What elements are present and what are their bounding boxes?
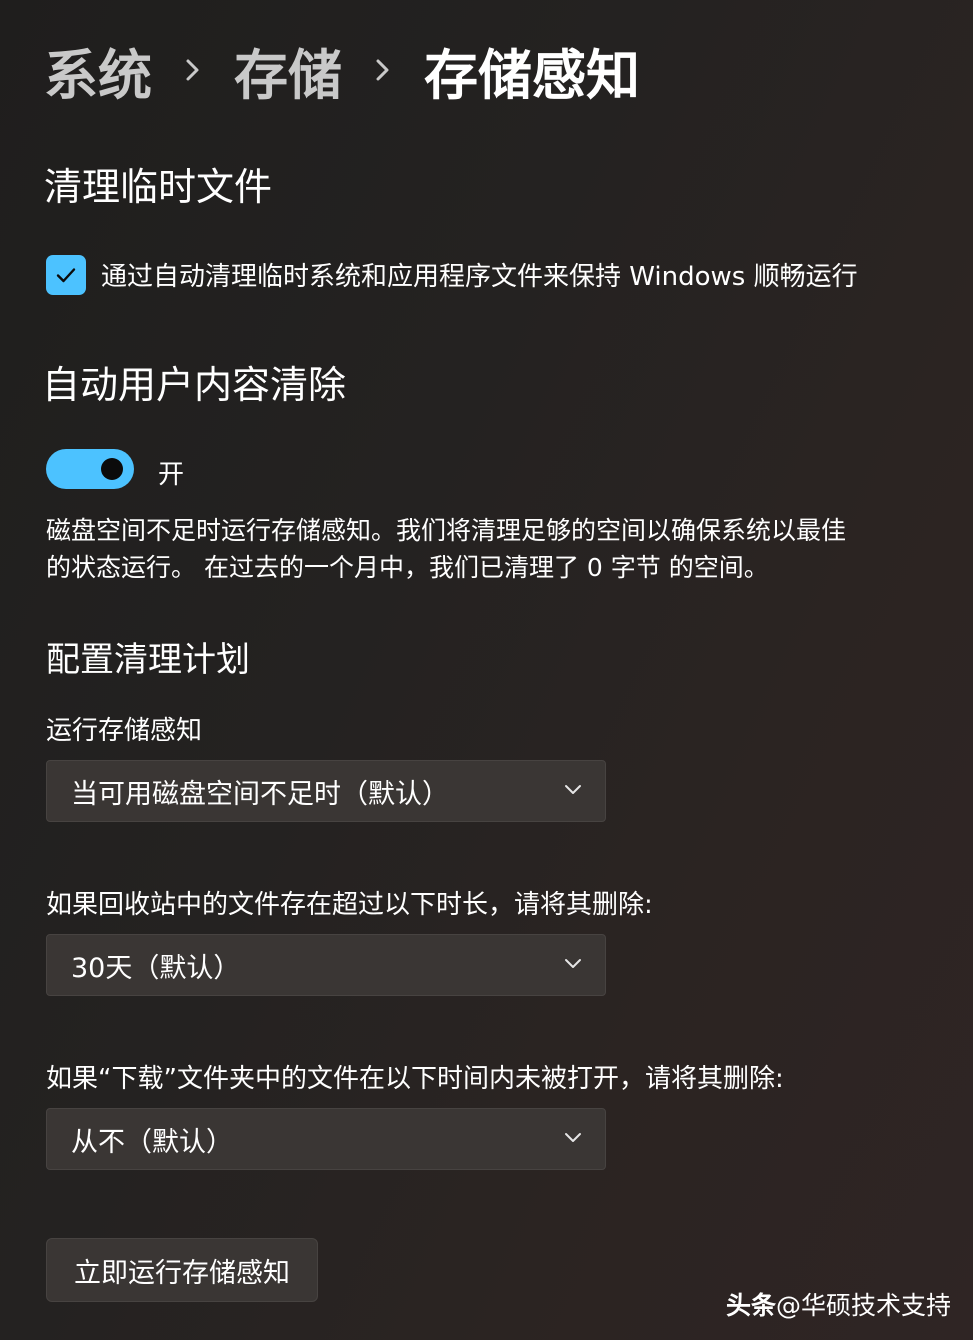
run-storage-sense-label: 运行存储感知: [46, 716, 203, 746]
checkbox-checked[interactable]: [46, 255, 86, 295]
watermark-brand: 头条: [725, 1291, 776, 1320]
dropdown-selected-value: 30天（默认）: [71, 952, 241, 984]
schedule-heading: 配置清理计划: [46, 640, 250, 680]
breadcrumb: 系统 存储 存储感知: [44, 30, 640, 110]
run-storage-sense-dropdown[interactable]: 当可用磁盘空间不足时（默认）: [46, 760, 606, 822]
description-line-1: 磁盘空间不足时运行存储感知。我们将清理足够的空间以确保系统以最佳: [46, 516, 847, 545]
temp-files-checkbox[interactable]: [46, 255, 86, 295]
breadcrumb-item-storage[interactable]: 存储: [234, 31, 342, 110]
dropdown-selected-value: 当可用磁盘空间不足时（默认）: [71, 778, 449, 810]
downloads-dropdown[interactable]: 从不（默认）: [46, 1108, 606, 1170]
toggle-state-label: 开: [158, 460, 185, 490]
chevron-down-icon: [563, 783, 583, 797]
dropdown-selected-value: 从不（默认）: [71, 1126, 233, 1158]
auto-cleanup-description: 磁盘空间不足时运行存储感知。我们将清理足够的空间以确保系统以最佳 的状态运行。 …: [46, 512, 946, 586]
recycle-bin-label: 如果回收站中的文件存在超过以下时长，请将其删除:: [46, 890, 653, 920]
description-line-2: 的状态运行。 在过去的一个月中，我们已清理了 0 字节 的空间。: [46, 553, 769, 582]
checkmark-icon: [56, 268, 76, 283]
downloads-label: 如果“下载”文件夹中的文件在以下时间内未被打开，请将其删除:: [46, 1064, 784, 1094]
auto-cleanup-heading: 自动用户内容清除: [42, 363, 347, 407]
chevron-down-icon: [563, 1131, 583, 1145]
watermark: 头条@华硕技术支持: [726, 1286, 951, 1322]
watermark-handle: @华硕技术支持: [775, 1291, 951, 1320]
chevron-right-icon: [184, 55, 202, 85]
run-storage-sense-now-button[interactable]: 立即运行存储感知: [46, 1238, 318, 1302]
storage-sense-toggle[interactable]: [46, 449, 134, 489]
page-title: 存储感知: [424, 43, 640, 107]
chevron-down-icon: [563, 957, 583, 971]
recycle-bin-dropdown[interactable]: 30天（默认）: [46, 934, 606, 996]
chevron-right-icon: [374, 55, 392, 85]
temp-files-heading: 清理临时文件: [44, 165, 273, 209]
temp-files-checkbox-label[interactable]: 通过自动清理临时系统和应用程序文件来保持 Windows 顺畅运行: [101, 256, 858, 293]
breadcrumb-item-system[interactable]: 系统: [44, 31, 152, 110]
toggle-knob: [101, 458, 123, 480]
